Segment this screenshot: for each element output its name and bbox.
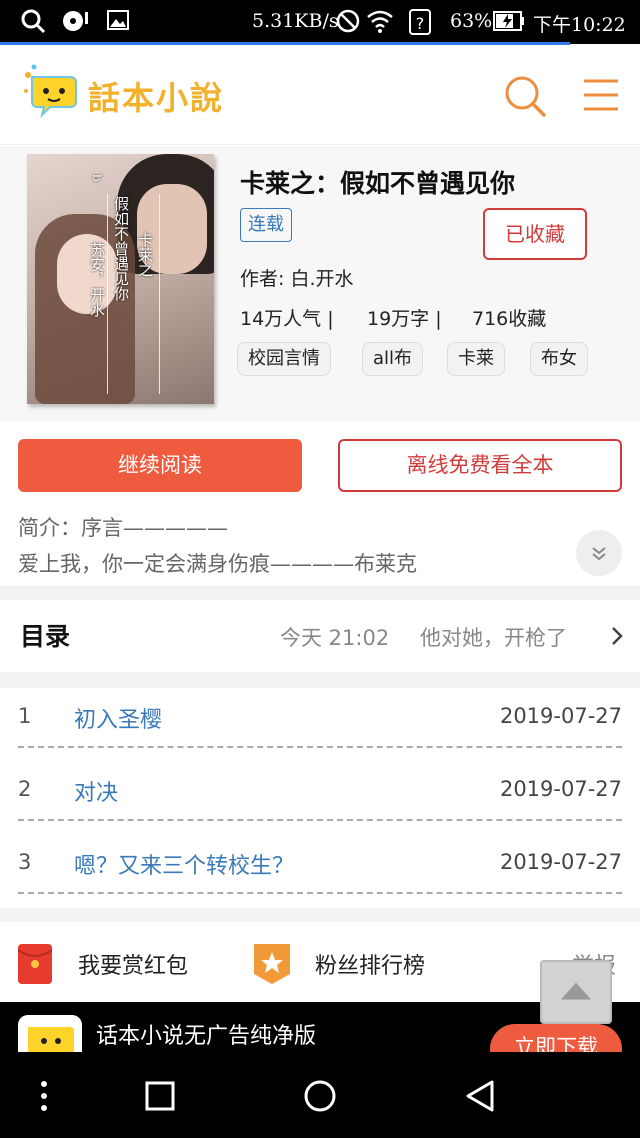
system-nav-bar <box>0 1052 640 1138</box>
chapter-number: 2 <box>18 777 32 801</box>
app-logo-icon <box>18 1015 82 1052</box>
offline-read-button[interactable]: 离线免费看全本 <box>338 439 622 492</box>
back-to-top-button[interactable] <box>540 960 612 1024</box>
chapter-title: 初入圣樱 <box>74 708 163 733</box>
cover-rule <box>107 194 108 394</box>
net-speed: 5.31KB/s <box>252 10 339 32</box>
home-icon[interactable] <box>296 1072 344 1120</box>
chapter-title: 嗯？又来三个转校生？ <box>74 854 295 879</box>
ad-text: 话本小说无广告纯净版 <box>96 1024 317 1049</box>
fans-ranking-link[interactable]: 粉丝排行榜 <box>315 948 425 980</box>
header: 話本小說 <box>0 45 640 145</box>
book-author[interactable]: 作者: 白.开水 <box>240 264 353 291</box>
tag-chip[interactable]: 布女 <box>530 342 588 376</box>
sim-unknown-icon: ? <box>409 9 431 35</box>
section-divider <box>0 908 640 922</box>
chapter-date: 2019-07-27 <box>499 777 622 801</box>
catalog-title: 目录 <box>20 622 71 651</box>
tag-chip[interactable]: 校园言情 <box>237 342 331 376</box>
collection-count: 716收藏 <box>472 308 547 330</box>
battery-charging-icon <box>493 11 524 31</box>
word-count: 19万字 | <box>367 308 442 330</box>
chapter-number: 1 <box>18 704 32 728</box>
intro-line: 爱上我，你一定会满身伤痕————布莱克 <box>18 552 417 576</box>
battery-percent: 63% <box>450 10 493 32</box>
section-divider <box>0 672 640 688</box>
cover-text-col3: 卡莱之 <box>136 232 154 277</box>
app-logo-icon[interactable] <box>22 63 86 119</box>
more-options-icon[interactable] <box>20 1072 68 1120</box>
cover-text-col1: 苏安，开水 <box>88 242 106 317</box>
app-name: 話本小說 <box>88 79 225 117</box>
collect-button[interactable]: 已收藏 <box>483 208 587 260</box>
tag-chip[interactable]: all布 <box>362 342 424 376</box>
chapter-date: 2019-07-27 <box>499 850 622 874</box>
clock: 下午10:22 <box>533 14 626 36</box>
cover-small-text: b <box>90 174 104 182</box>
search-icon <box>21 9 46 34</box>
expand-intro-button[interactable] <box>576 530 622 576</box>
book-title: 卡莱之：假如不曾遇见你 <box>240 170 516 198</box>
book-info: b 苏安，开水 假如不曾遇见你 卡莱之 卡莱之：假如不曾遇见你 连载 已收藏 作… <box>0 146 640 422</box>
search-button[interactable] <box>500 71 548 119</box>
chapter-title: 对决 <box>74 781 119 806</box>
image-icon <box>107 10 129 30</box>
status-bar: 5.31KB/s ? 63% 下午10:22 <box>0 0 640 44</box>
popularity-count: 14万人气 | <box>240 308 334 330</box>
dnd-icon <box>336 9 360 33</box>
wifi-icon <box>367 10 393 33</box>
latest-update-time: 今天 21:02 <box>280 626 390 650</box>
download-button[interactable]: 立即下载 <box>490 1024 622 1052</box>
continue-reading-button[interactable]: 继续阅读 <box>18 439 302 492</box>
reward-link[interactable]: 我要赏红包 <box>78 948 188 980</box>
chapter-number: 3 <box>18 850 32 874</box>
recents-icon[interactable] <box>136 1072 184 1120</box>
book-cover[interactable]: b 苏安，开水 假如不曾遇见你 卡莱之 <box>27 154 214 404</box>
latest-chapter-title: 他对她，开枪了 <box>420 626 567 650</box>
cover-text-col2: 假如不曾遇见你 <box>112 196 130 301</box>
chapter-row[interactable]: 1 初入圣樱 2019-07-27 <box>0 690 640 762</box>
latest-chapter-link[interactable]: 今天 21:02 他对她，开枪了 <box>0 600 640 670</box>
red-envelope-icon[interactable] <box>18 944 52 984</box>
chapter-row[interactable]: 3 嗯？又来三个转校生？ 2019-07-27 <box>0 836 640 908</box>
serial-status-badge: 连载 <box>240 208 292 242</box>
music-disc-icon <box>63 11 88 31</box>
fans-ranking-icon[interactable] <box>254 944 290 984</box>
section-divider <box>0 586 640 600</box>
chapter-date: 2019-07-27 <box>499 704 622 728</box>
chapter-row[interactable]: 2 对决 2019-07-27 <box>0 763 640 835</box>
menu-button[interactable] <box>578 71 626 119</box>
dashed-divider <box>18 746 622 748</box>
svg-text:?: ? <box>416 14 425 33</box>
back-icon[interactable] <box>456 1072 504 1120</box>
dashed-divider <box>18 819 622 821</box>
cover-rule <box>159 194 160 394</box>
intro-line: 简介：序言————— <box>18 516 228 540</box>
chevron-right-icon <box>612 627 623 645</box>
tag-chip[interactable]: 卡莱 <box>447 342 505 376</box>
dashed-divider <box>18 892 622 894</box>
